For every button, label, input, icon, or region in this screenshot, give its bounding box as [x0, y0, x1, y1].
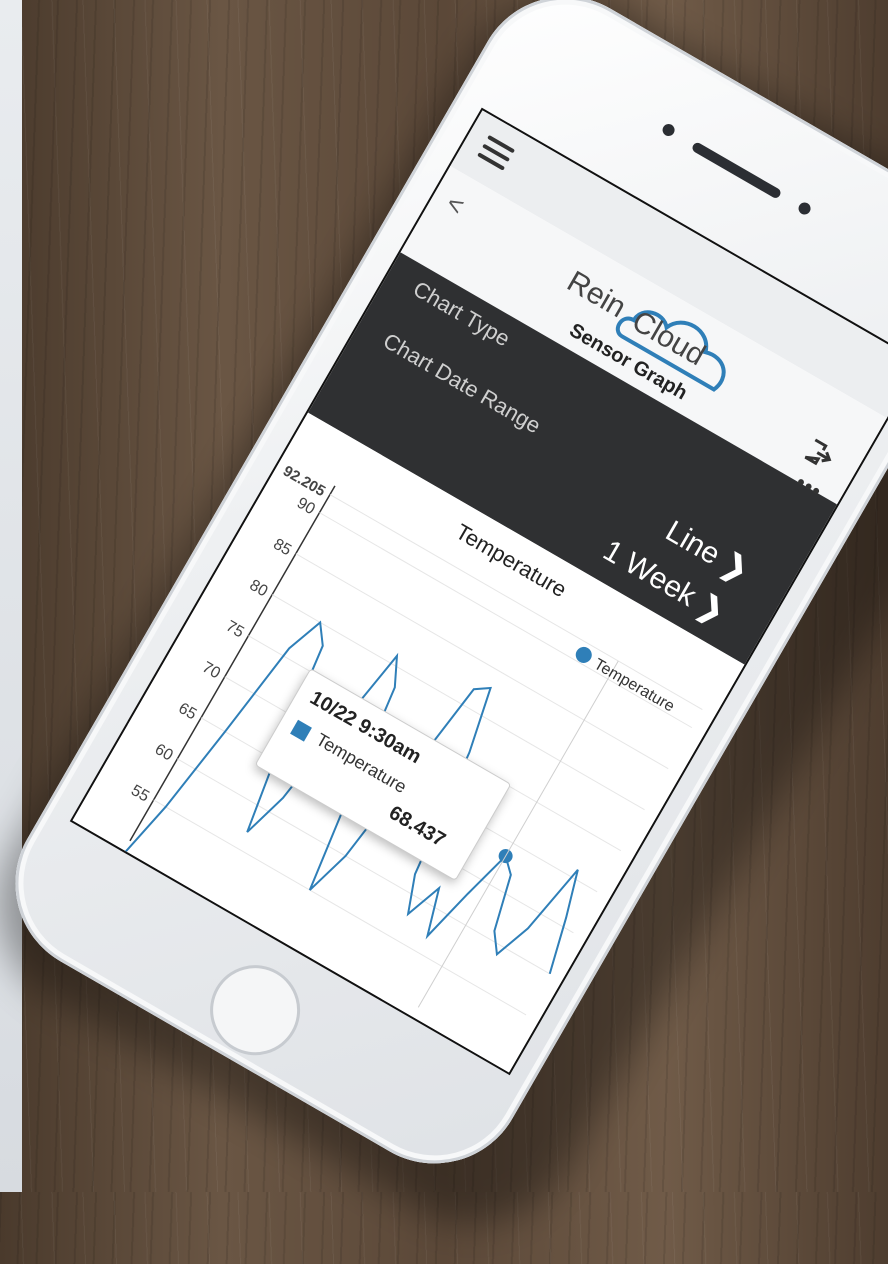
back-icon[interactable]: < — [441, 188, 469, 222]
y-tick-label: 65 — [175, 700, 199, 724]
front-camera-icon — [796, 200, 813, 217]
proximity-sensor-icon — [660, 121, 677, 139]
y-tick-label: 85 — [270, 536, 294, 560]
tooltip-value: 68.437 — [385, 801, 450, 852]
app-screen: < Rein Cloud Sensor Graph ••• Chart Type… — [69, 107, 888, 1076]
y-tick-label: 90 — [294, 495, 318, 519]
y-tick-label: 92.205 — [280, 463, 328, 501]
y-tick-label: 75 — [223, 618, 247, 642]
chevron-right-icon: ❯ — [692, 588, 731, 630]
tooltip-series-swatch — [290, 719, 312, 742]
legend-marker — [575, 646, 592, 663]
menu-icon[interactable] — [475, 134, 516, 174]
y-tick-label: 80 — [247, 577, 271, 601]
background-wall — [0, 0, 22, 1192]
y-tick-label: 70 — [199, 659, 223, 683]
y-tick-label: 60 — [152, 741, 176, 765]
earpiece-speaker — [690, 141, 783, 200]
y-tick-label: 55 — [128, 782, 152, 806]
